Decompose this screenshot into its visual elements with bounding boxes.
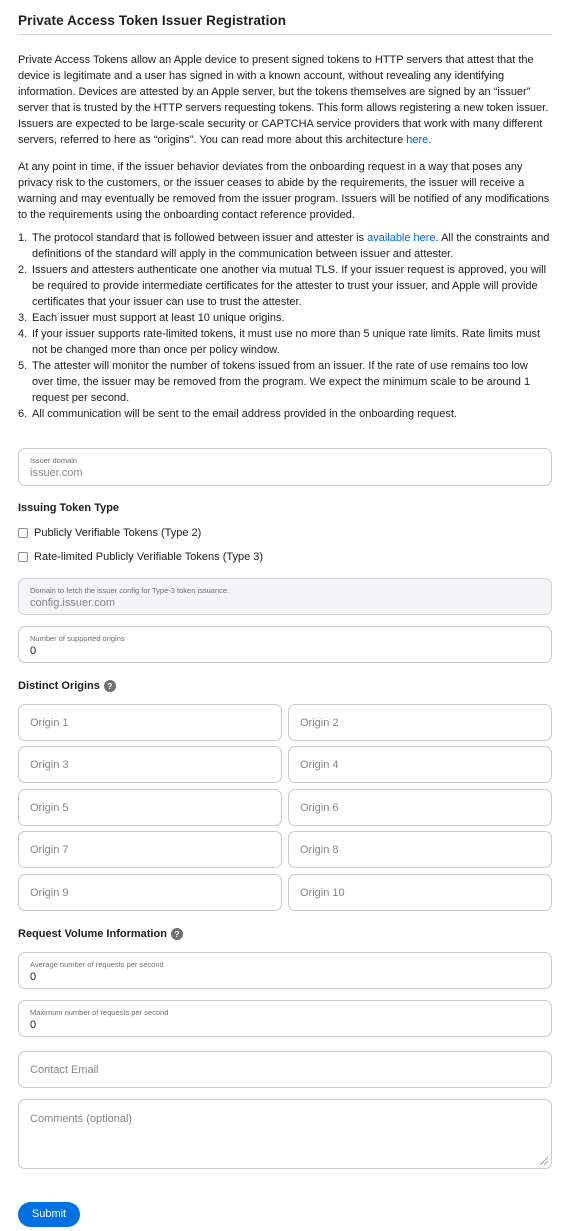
origin-9-input[interactable]: Origin 9 xyxy=(18,874,282,911)
requirement-item: 5. The attester will monitor the number o… xyxy=(18,358,552,406)
type3-checkbox[interactable] xyxy=(18,552,28,562)
submit-button[interactable]: Submit xyxy=(18,1202,80,1227)
help-icon[interactable]: ? xyxy=(170,928,183,940)
origin-placeholder: Origin 1 xyxy=(30,717,69,729)
page-title: Private Access Token Issuer Registration xyxy=(18,13,287,28)
avg-requests-value: 0 xyxy=(30,971,37,983)
requirement-text: If your issuer supports rate-limited tok… xyxy=(32,328,541,356)
type3-option[interactable]: Rate-limited Publicly Verifiable Tokens … xyxy=(18,551,263,563)
origin-10-input[interactable]: Origin 10 xyxy=(288,874,552,911)
requirement-text: Issuers and attesters authenticate one a… xyxy=(32,264,547,308)
requirement-item: 1. The protocol standard that is followed… xyxy=(18,230,552,262)
request-volume-heading: Request Volume Information ? xyxy=(18,928,183,940)
num-origins-field[interactable]: Number of supported origins 0 xyxy=(18,626,552,663)
type2-label: Publicly Verifiable Tokens (Type 2) xyxy=(34,527,202,539)
avg-requests-field[interactable]: Average number of requests per second 0 xyxy=(18,952,552,989)
origin-8-input[interactable]: Origin 8 xyxy=(288,831,552,868)
origin-4-input[interactable]: Origin 4 xyxy=(288,746,552,783)
type2-checkbox[interactable] xyxy=(18,528,28,538)
distinct-origins-heading-text: Distinct Origins xyxy=(18,680,100,692)
origin-placeholder: Origin 9 xyxy=(30,887,69,899)
origin-placeholder: Origin 5 xyxy=(30,802,69,814)
requirement-text: The attester will monitor the number of … xyxy=(32,360,531,404)
intro-p1-text: Private Access Tokens allow an Apple dev… xyxy=(18,54,549,146)
origin-7-input[interactable]: Origin 7 xyxy=(18,831,282,868)
requirement-item: 3. Each issuer must support at least 10 u… xyxy=(18,310,552,326)
config-domain-label: Domain to fetch the issuer config for Ty… xyxy=(30,586,230,595)
requirement-item: 4. If your issuer supports rate-limited t… xyxy=(18,326,552,358)
requirement-item: 6. All communication will be sent to the … xyxy=(18,406,552,422)
origin-placeholder: Origin 10 xyxy=(300,887,345,899)
comments-textarea[interactable]: Comments (optional) xyxy=(18,1099,552,1169)
max-requests-field[interactable]: Maximum number of requests per second 0 xyxy=(18,1000,552,1037)
num-origins-label: Number of supported origins xyxy=(30,634,125,643)
max-requests-label: Maximum number of requests per second xyxy=(30,1008,169,1017)
title-divider xyxy=(18,34,552,35)
requirement-item: 2. Issuers and attesters authenticate one… xyxy=(18,262,552,310)
requirement-text: All communication will be sent to the em… xyxy=(32,408,457,420)
requirement-number: 3. xyxy=(18,312,28,324)
origin-1-input[interactable]: Origin 1 xyxy=(18,704,282,741)
token-type-heading: Issuing Token Type xyxy=(18,502,119,514)
requirement-number: 5. xyxy=(18,360,28,372)
requirement-number: 2. xyxy=(18,264,28,276)
origin-3-input[interactable]: Origin 3 xyxy=(18,746,282,783)
protocol-standard-link[interactable]: available here xyxy=(367,232,436,244)
origin-6-input[interactable]: Origin 6 xyxy=(288,789,552,826)
resize-grip-icon[interactable] xyxy=(540,1157,548,1165)
num-origins-value: 0 xyxy=(30,645,37,657)
intro-paragraph-1: Private Access Tokens allow an Apple dev… xyxy=(18,52,552,148)
intro-paragraph-2: At any point in time, if the issuer beha… xyxy=(18,161,550,221)
requirement-number: 4. xyxy=(18,328,28,340)
issuer-domain-label: Issuer domain xyxy=(30,456,78,465)
origin-placeholder: Origin 4 xyxy=(300,759,339,771)
origin-placeholder: Origin 7 xyxy=(30,844,69,856)
avg-requests-label: Average number of requests per second xyxy=(30,960,164,969)
config-domain-field[interactable]: Domain to fetch the issuer config for Ty… xyxy=(18,578,552,615)
comments-placeholder: Comments (optional) xyxy=(30,1113,133,1125)
intro-p1-end: . xyxy=(428,134,432,146)
contact-email-input[interactable]: Contact Email xyxy=(18,1051,552,1088)
requirements-list: 1. The protocol standard that is followed… xyxy=(18,230,552,422)
issuer-domain-placeholder: issuer.com xyxy=(30,467,83,479)
origin-placeholder: Origin 6 xyxy=(300,802,339,814)
requirement-text: Each issuer must support at least 10 uni… xyxy=(32,312,285,324)
type2-option[interactable]: Publicly Verifiable Tokens (Type 2) xyxy=(18,527,201,539)
config-domain-placeholder: config.issuer.com xyxy=(30,597,115,609)
architecture-link[interactable]: here xyxy=(406,134,428,146)
type3-label: Rate-limited Publicly Verifiable Tokens … xyxy=(34,551,264,563)
origin-2-input[interactable]: Origin 2 xyxy=(288,704,552,741)
requirement-number: 6. xyxy=(18,408,28,420)
origin-placeholder: Origin 3 xyxy=(30,759,69,771)
help-icon[interactable]: ? xyxy=(103,680,116,692)
token-type-heading-text: Issuing Token Type xyxy=(18,502,120,514)
max-requests-value: 0 xyxy=(30,1019,37,1031)
requirement-number: 1. xyxy=(18,232,28,244)
issuer-domain-field[interactable]: Issuer domain issuer.com xyxy=(18,448,552,486)
request-volume-heading-text: Request Volume Information xyxy=(18,928,167,940)
requirement-text: The protocol standard that is followed b… xyxy=(32,230,552,262)
distinct-origins-heading: Distinct Origins ? xyxy=(18,680,116,692)
contact-email-placeholder: Contact Email xyxy=(30,1064,99,1076)
origin-placeholder: Origin 8 xyxy=(300,844,339,856)
requirement-text-part: The protocol standard that is followed b… xyxy=(32,232,368,244)
origin-5-input[interactable]: Origin 5 xyxy=(18,789,282,826)
origin-placeholder: Origin 2 xyxy=(300,717,339,729)
